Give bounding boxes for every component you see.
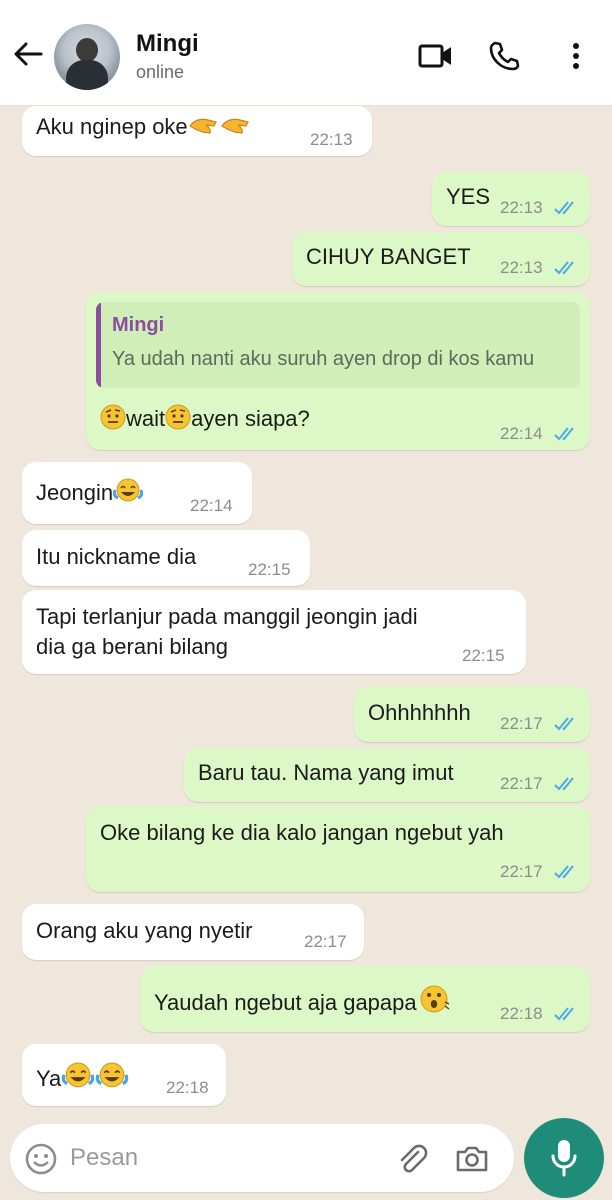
message-time: 22:14 — [190, 496, 233, 515]
tears-of-joy-emoji — [95, 1062, 129, 1096]
message-bubble-incoming[interactable]: Jeongin 22:14 — [22, 462, 252, 524]
composer-bar: Pesan — [0, 1116, 612, 1200]
mic-button[interactable] — [524, 1118, 604, 1198]
message-text: YES — [446, 184, 491, 209]
message-text-line: Tapi terlanjur pada manggil jeongin jadi — [36, 604, 418, 629]
quoted-text: Ya udah nanti aku suruh ayen drop di kos… — [112, 348, 535, 370]
message-bubble-incoming[interactable]: Aku nginep oke 22:13 — [22, 106, 372, 156]
tears-of-joy-emoji — [61, 1062, 95, 1096]
message-bubble-outgoing[interactable]: Oke bilang ke dia kalo jangan ngebut yah… — [86, 806, 590, 892]
read-ticks-icon — [554, 865, 574, 879]
message-bubble-outgoing[interactable]: Ohhhhhhh 22:17 — [354, 686, 590, 742]
message-time: 22:17 — [500, 774, 543, 793]
message-time: 22:13 — [310, 130, 353, 149]
read-ticks-icon — [554, 717, 574, 731]
read-ticks-icon — [554, 261, 574, 275]
message-time: 22:15 — [248, 560, 291, 579]
attach-icon[interactable] — [394, 1142, 428, 1176]
message-text: Oke bilang ke dia kalo jangan ngebut yah — [100, 820, 504, 845]
message-bubble-outgoing[interactable]: Mingi Ya udah nanti aku suruh ayen drop … — [86, 292, 590, 450]
message-time: 22:13 — [500, 198, 543, 217]
message-text: Itu nickname dia — [36, 544, 197, 569]
message-text-line: dia ga berani bilang — [36, 634, 229, 659]
pinching-hand-emoji — [220, 114, 252, 144]
more-vert-icon[interactable] — [558, 36, 594, 76]
message-time: 22:13 — [500, 258, 543, 277]
phone-icon[interactable] — [486, 36, 522, 76]
message-time: 22:17 — [304, 932, 347, 951]
emoji-icon[interactable] — [24, 1142, 58, 1176]
message-text: CIHUY BANGET — [306, 244, 471, 269]
message-bubble-outgoing[interactable]: YES 22:13 — [432, 172, 590, 226]
read-ticks-icon — [554, 201, 574, 215]
message-bubble-incoming[interactable]: Itu nickname dia 22:15 — [22, 530, 310, 586]
message-time: 22:15 — [462, 646, 505, 665]
message-bubble-outgoing[interactable]: CIHUY BANGET 22:13 — [292, 232, 590, 286]
message-bubble-outgoing[interactable]: Yaudah ngebut aja gapapa 22:18 — [140, 966, 590, 1032]
message-time: 22:17 — [500, 862, 543, 881]
contact-name[interactable]: Mingi — [136, 30, 199, 58]
video-call-icon[interactable] — [418, 36, 454, 76]
read-ticks-icon — [554, 1007, 574, 1021]
camera-icon[interactable] — [454, 1142, 490, 1176]
raised-eyebrow-emoji — [100, 404, 126, 436]
message-text: Jeongin — [36, 480, 114, 505]
quoted-sender: Mingi — [112, 314, 165, 336]
message-list[interactable]: Aku nginep oke 22:13 YES 22:13 CIHUY BAN… — [0, 106, 612, 1116]
hushed-face-emoji — [417, 984, 451, 1020]
message-time: 22:14 — [500, 424, 543, 443]
message-time: 22:17 — [500, 714, 543, 733]
raised-eyebrow-emoji — [165, 404, 191, 436]
message-text: Aku nginep oke — [36, 114, 188, 139]
message-input-placeholder: Pesan — [70, 1144, 139, 1171]
message-bubble-outgoing[interactable]: Baru tau. Nama yang imut 22:17 — [184, 748, 590, 802]
message-time: 22:18 — [166, 1078, 209, 1097]
message-input[interactable]: Pesan — [10, 1124, 514, 1192]
message-text: Baru tau. Nama yang imut — [198, 760, 454, 785]
tears-of-joy-emoji — [113, 478, 144, 510]
message-text: Ohhhhhhh — [368, 700, 471, 725]
message-text: Orang aku yang nyetir — [36, 918, 253, 943]
message-bubble-incoming[interactable]: Ya 22:18 — [22, 1044, 226, 1106]
read-ticks-icon — [554, 777, 574, 791]
read-ticks-icon — [554, 427, 574, 441]
message-text: Ya — [36, 1066, 62, 1091]
message-bubble-incoming[interactable]: Orang aku yang nyetir 22:17 — [22, 904, 364, 960]
chat-header: Mingi online — [0, 0, 612, 106]
pinching-hand-emoji — [188, 114, 220, 144]
message-bubble-incoming[interactable]: Tapi terlanjur pada manggil jeongin jadi… — [22, 590, 526, 674]
quoted-message[interactable]: Mingi Ya udah nanti aku suruh ayen drop … — [96, 302, 580, 388]
message-text: wait — [126, 406, 166, 431]
back-arrow-icon[interactable] — [10, 36, 46, 72]
message-time: 22:18 — [500, 1004, 543, 1023]
message-text: ayen siapa? — [191, 406, 310, 431]
mic-icon — [551, 1140, 577, 1177]
contact-avatar[interactable] — [54, 24, 120, 90]
contact-status: online — [136, 62, 185, 82]
message-text: Yaudah ngebut aja gapapa — [154, 990, 417, 1015]
